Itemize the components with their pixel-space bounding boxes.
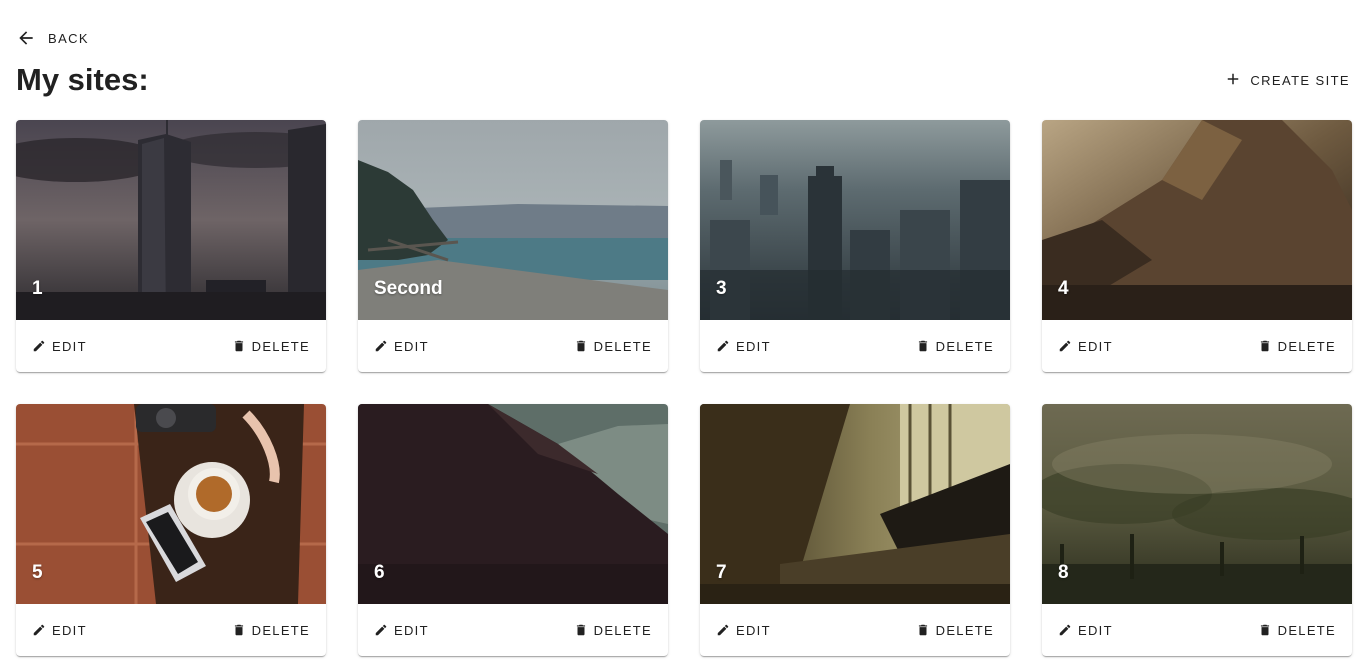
arrow-left-icon [16,28,36,48]
delete-label: Delete [935,338,994,354]
pencil-icon [1058,339,1072,353]
edit-button[interactable]: Edit [1058,339,1113,354]
card-actions: Edit Delete [700,320,1010,372]
edit-label: Edit [394,338,429,354]
plus-icon [1224,70,1242,91]
trash-icon [574,339,588,353]
page-title: My sites: [16,62,149,97]
site-title: 5 [32,562,43,583]
trash-icon [1258,339,1272,353]
card-actions: Edit Delete [358,320,668,372]
sites-grid: 1 Edit Delete Second [16,120,1352,656]
trash-icon [574,623,588,637]
site-image[interactable]: Second [358,120,668,320]
card-actions: Edit Delete [16,604,326,656]
back-button[interactable]: Back [16,26,89,50]
site-card: 4 Edit Delete [1042,120,1352,372]
site-image[interactable]: 6 [358,404,668,604]
pencil-icon [32,339,46,353]
delete-label: Delete [1277,338,1336,354]
edit-button[interactable]: Edit [1058,623,1113,638]
site-card: 1 Edit Delete [16,120,326,372]
delete-button[interactable]: Delete [916,623,994,638]
edit-label: Edit [52,338,87,354]
site-title: 6 [374,562,385,583]
delete-button[interactable]: Delete [232,339,310,354]
trash-icon [232,623,246,637]
edit-button[interactable]: Edit [374,623,429,638]
site-title: 8 [1058,562,1069,583]
card-actions: Edit Delete [700,604,1010,656]
site-card: 5 Edit Delete [16,404,326,656]
site-card: Second Edit Delete [358,120,668,372]
site-title: 4 [1058,278,1069,299]
delete-label: Delete [935,622,994,638]
delete-button[interactable]: Delete [916,339,994,354]
create-site-button[interactable]: Create site [1224,68,1350,92]
site-image[interactable]: 8 [1042,404,1352,604]
pencil-icon [32,623,46,637]
delete-button[interactable]: Delete [574,623,652,638]
edit-button[interactable]: Edit [32,339,87,354]
site-image[interactable]: 7 [700,404,1010,604]
edit-label: Edit [1078,338,1113,354]
delete-button[interactable]: Delete [1258,339,1336,354]
card-actions: Edit Delete [1042,320,1352,372]
site-card: 6 Edit Delete [358,404,668,656]
pencil-icon [374,339,388,353]
pencil-icon [1058,623,1072,637]
trash-icon [232,339,246,353]
edit-label: Edit [736,338,771,354]
delete-label: Delete [593,622,652,638]
create-site-label: Create site [1250,72,1350,88]
site-title: 7 [716,562,727,583]
delete-label: Delete [251,338,310,354]
site-image[interactable]: 3 [700,120,1010,320]
delete-label: Delete [1277,622,1336,638]
site-card: 3 Edit Delete [700,120,1010,372]
delete-label: Delete [593,338,652,354]
back-label: Back [48,30,90,46]
pencil-icon [716,623,730,637]
edit-button[interactable]: Edit [716,339,771,354]
pencil-icon [374,623,388,637]
edit-label: Edit [52,622,87,638]
site-title: 1 [32,278,43,299]
card-actions: Edit Delete [16,320,326,372]
site-card: 8 Edit Delete [1042,404,1352,656]
delete-button[interactable]: Delete [574,339,652,354]
edit-button[interactable]: Edit [716,623,771,638]
delete-button[interactable]: Delete [232,623,310,638]
edit-button[interactable]: Edit [32,623,87,638]
card-actions: Edit Delete [358,604,668,656]
edit-button[interactable]: Edit [374,339,429,354]
edit-label: Edit [394,622,429,638]
trash-icon [1258,623,1272,637]
edit-label: Edit [1078,622,1113,638]
pencil-icon [716,339,730,353]
delete-button[interactable]: Delete [1258,623,1336,638]
site-title: Second [374,278,443,299]
site-image[interactable]: 1 [16,120,326,320]
site-image[interactable]: 5 [16,404,326,604]
site-card: 7 Edit Delete [700,404,1010,656]
site-image[interactable]: 4 [1042,120,1352,320]
site-title: 3 [716,278,727,299]
trash-icon [916,623,930,637]
trash-icon [916,339,930,353]
edit-label: Edit [736,622,771,638]
card-actions: Edit Delete [1042,604,1352,656]
delete-label: Delete [251,622,310,638]
